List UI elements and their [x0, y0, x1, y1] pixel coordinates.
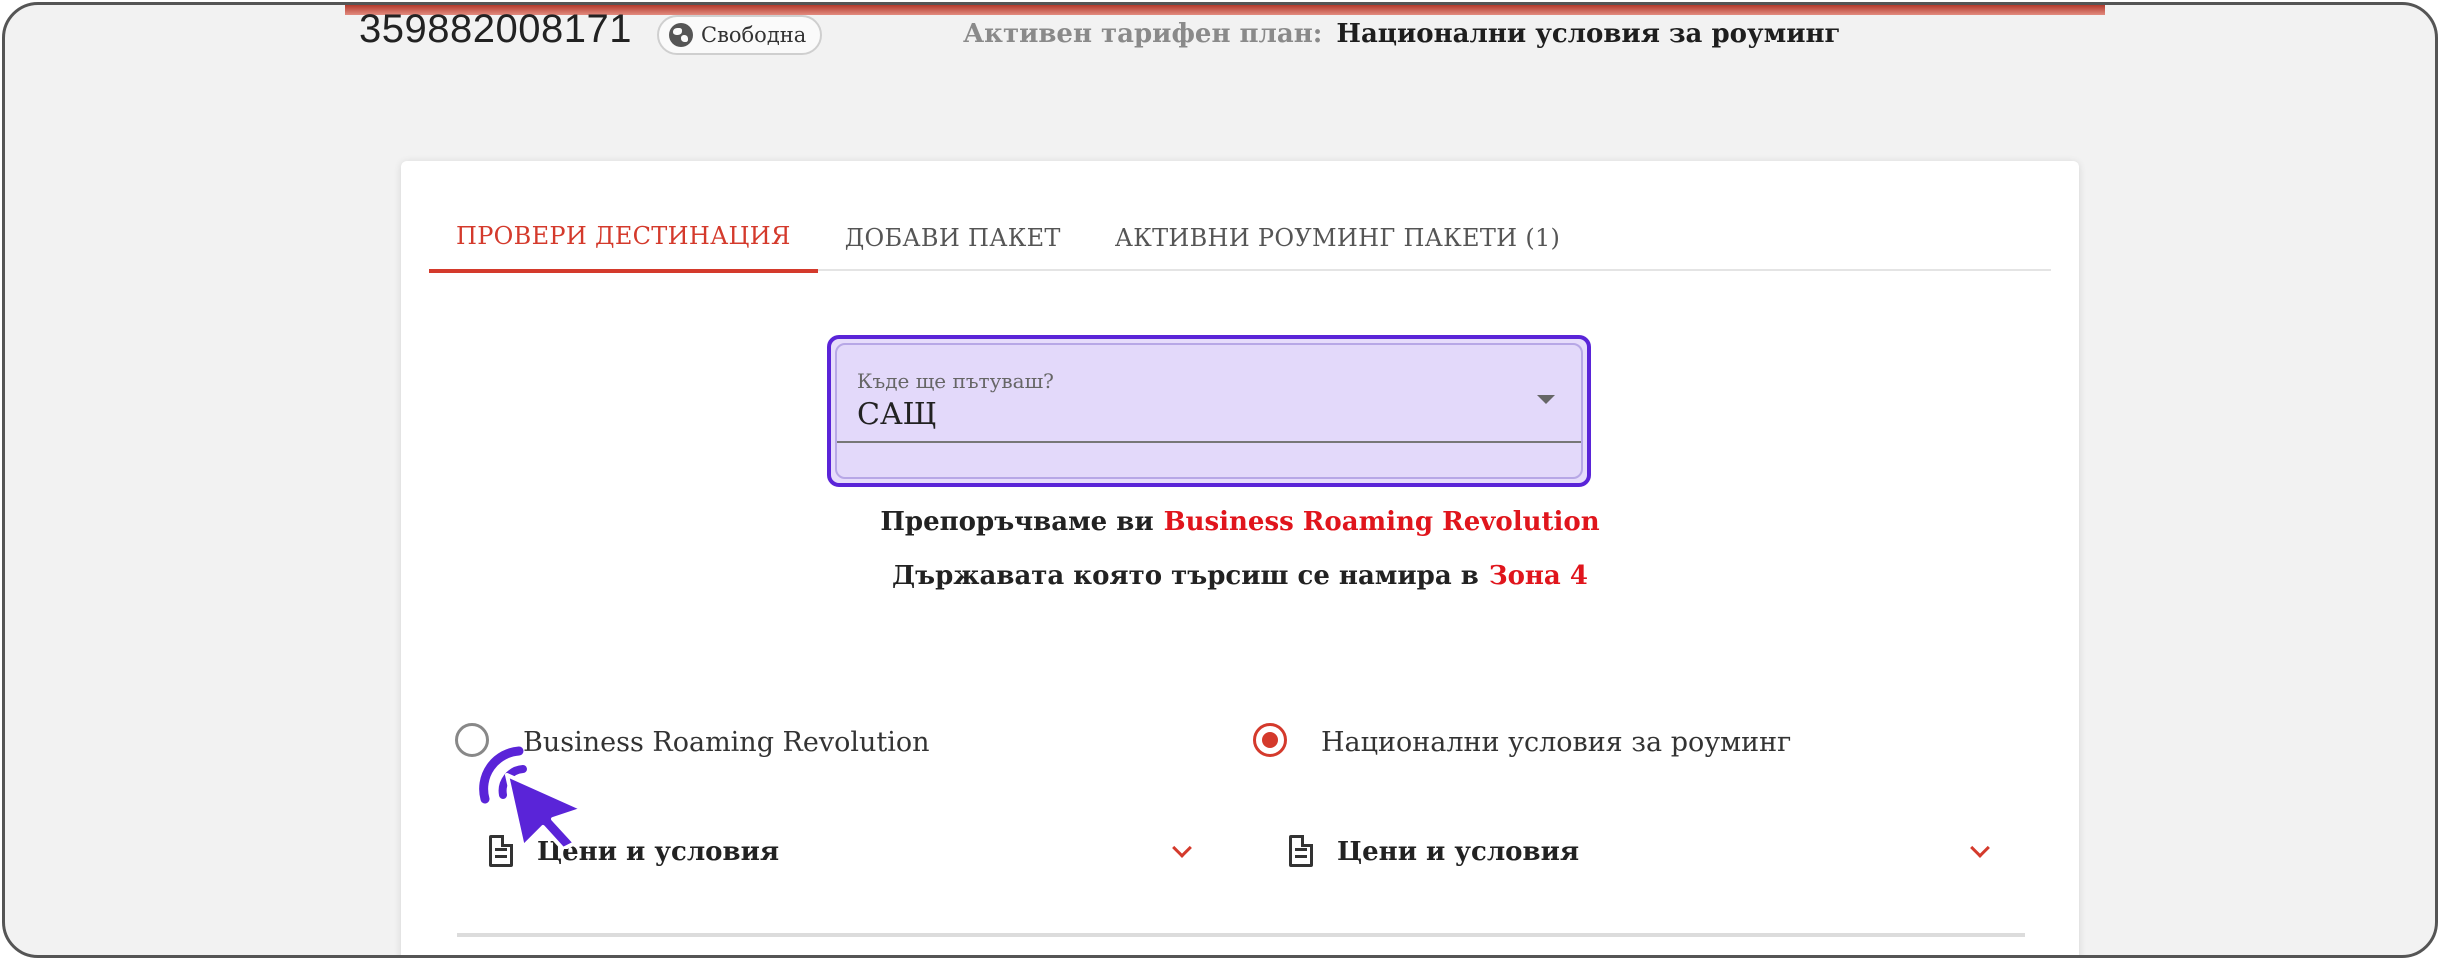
chevron-down-icon[interactable]	[1970, 838, 1990, 858]
active-plan: Активен тарифен план: Национални условия…	[963, 19, 1840, 49]
tab-bar: ПРОВЕРИ ДЕСТИНАЦИЯ ДОБАВИ ПАКЕТ АКТИВНИ …	[429, 201, 2051, 273]
zone-line: Държавата която търсиш се намира в Зона 4	[401, 561, 2079, 591]
destination-select[interactable]: Къде ще пътуваш? САЩ	[835, 343, 1583, 479]
active-plan-value: Национални условия за роуминг	[1336, 19, 1841, 49]
caret-down-icon[interactable]	[1537, 395, 1555, 404]
screen-frame: 359882008171 Свободна Активен тарифен пл…	[2, 2, 2438, 958]
document-icon	[1289, 835, 1313, 867]
tab-add-package[interactable]: ДОБАВИ ПАКЕТ	[818, 203, 1088, 273]
radio-national-roaming[interactable]	[1253, 723, 1287, 757]
click-cursor-icon	[479, 746, 585, 849]
radio-label-national-roaming[interactable]: Национални условия за роуминг	[1321, 727, 1791, 758]
recommendation-line: Препоръчваме ви Business Roaming Revoluti…	[401, 507, 2079, 537]
destination-select-focus-ring: Къде ще пътуваш? САЩ	[827, 335, 1591, 487]
destination-select-label: Къде ще пътуваш?	[857, 369, 1054, 393]
tab-active-packages[interactable]: АКТИВНИ РОУМИНГ ПАКЕТИ (1)	[1088, 203, 1588, 273]
destination-select-value: САЩ	[857, 397, 937, 432]
select-underline	[837, 441, 1581, 443]
zone-value: Зона 4	[1488, 561, 1588, 591]
status-chip-label: Свободна	[701, 23, 807, 47]
tab-check-destination[interactable]: ПРОВЕРИ ДЕСТИНАЦИЯ	[429, 203, 818, 273]
status-chip: Свободна	[657, 15, 823, 55]
roaming-card: ПРОВЕРИ ДЕСТИНАЦИЯ ДОБАВИ ПАКЕТ АКТИВНИ …	[401, 161, 2079, 955]
terms-toggle-national-roaming[interactable]: Цени и условия	[1337, 837, 1579, 867]
globe-icon	[669, 23, 693, 47]
recommendation-value: Business Roaming Revolution	[1163, 507, 1600, 537]
section-divider	[457, 933, 2025, 937]
zone-prefix: Държавата която търсиш се намира в	[892, 561, 1479, 591]
recommendation-prefix: Препоръчваме ви	[880, 507, 1154, 537]
phone-number: 359882008171	[359, 7, 632, 51]
active-plan-label: Активен тарифен план:	[963, 19, 1323, 49]
chevron-down-icon[interactable]	[1172, 838, 1192, 858]
